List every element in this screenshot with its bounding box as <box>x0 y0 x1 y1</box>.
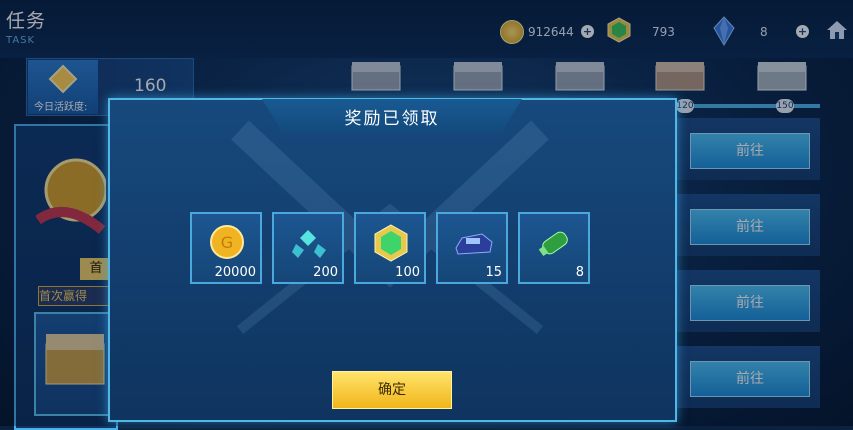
reward-slot: 8 <box>518 212 590 284</box>
green-gem-icon <box>374 224 408 262</box>
reward-amount: 8 <box>575 265 584 280</box>
reward-slot: 200 <box>272 212 344 284</box>
race-car-icon <box>455 233 493 255</box>
reward-amount: 100 <box>395 265 420 280</box>
reward-slot: 100 <box>354 212 426 284</box>
modal-title: 奖励已领取 <box>344 109 440 129</box>
reward-slot: G 20000 <box>190 212 262 284</box>
nitro-canister-icon <box>538 231 568 257</box>
confirm-button[interactable]: 确定 <box>332 371 452 409</box>
energy-shard-icon <box>292 230 326 258</box>
reward-amount: 15 <box>485 265 502 280</box>
reward-amount: 200 <box>313 265 338 280</box>
reward-slot: 15 <box>436 212 508 284</box>
svg-text:G: G <box>221 233 233 252</box>
reward-amount: 20000 <box>214 265 256 280</box>
gold-coin-icon: G <box>210 225 244 259</box>
